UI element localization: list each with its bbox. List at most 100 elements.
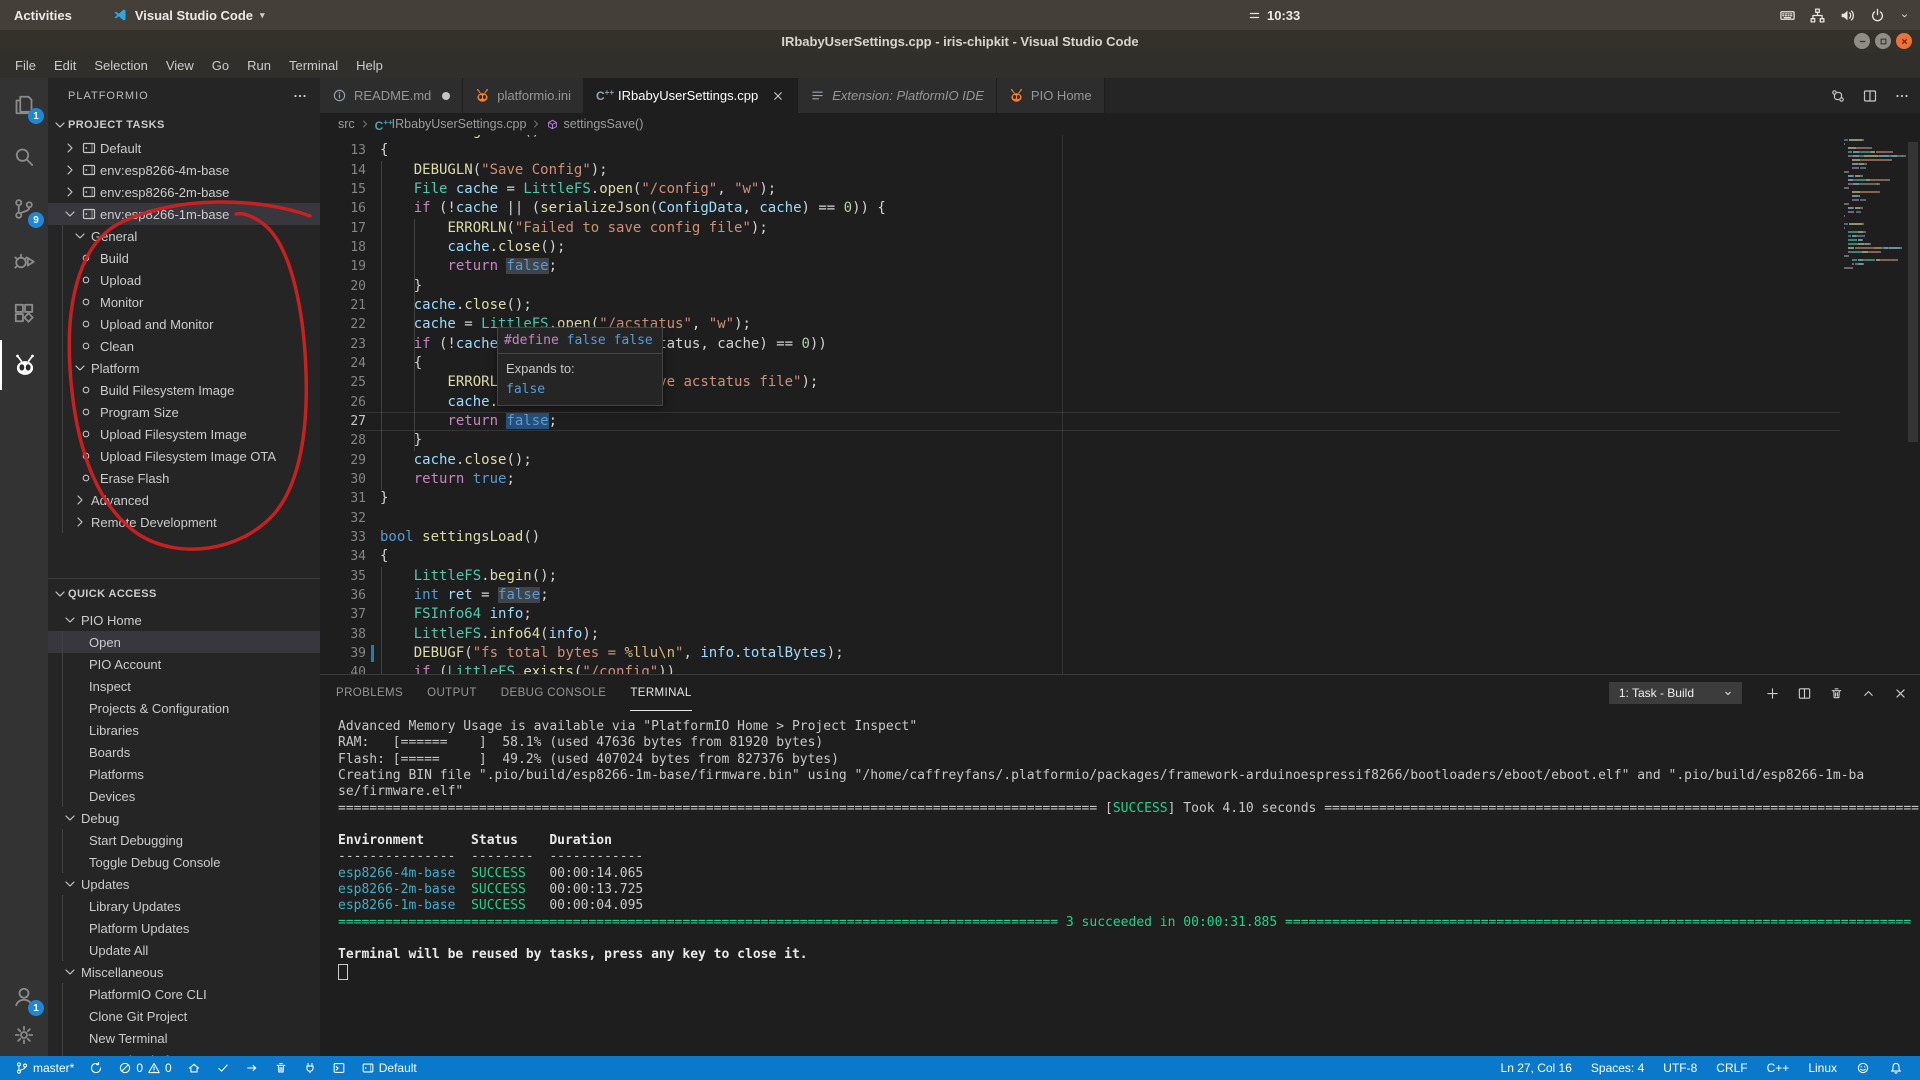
volume-icon[interactable] (1839, 7, 1856, 24)
maximize-panel-icon[interactable] (1861, 686, 1876, 701)
power-icon[interactable] (1869, 7, 1886, 24)
breadcrumb-item-src[interactable]: src (338, 117, 355, 131)
activitybar-item-explorer[interactable]: 1 (0, 80, 48, 130)
sidebar-item-platformio-core-cli[interactable]: PlatformIO Core CLI (48, 983, 320, 1005)
sidebar-item-updates[interactable]: Updates (48, 873, 320, 895)
status-remote-name[interactable]: Linux (1801, 1056, 1844, 1080)
sidebar-item-upload-filesystem-image-ota[interactable]: Upload Filesystem Image OTA (48, 445, 320, 467)
sidebar-item-upload[interactable]: Upload (48, 269, 320, 291)
status-pio-build[interactable] (211, 1056, 235, 1080)
code-line[interactable]: 21 cache.close(); (320, 296, 1920, 315)
activities-button[interactable]: Activities (14, 8, 72, 23)
code-line[interactable]: 27 return false; (320, 412, 1920, 431)
breadcrumb-item-settingssave[interactable]: settingsSave() (546, 117, 643, 131)
sidebar-item-boards[interactable]: Boards (48, 741, 320, 763)
split-terminal-icon[interactable] (1797, 686, 1812, 701)
sidebar-item-build[interactable]: Build (48, 247, 320, 269)
code-line[interactable]: 38 LittleFS.info64(info); (320, 625, 1920, 644)
sidebar-item-open[interactable]: Open (48, 631, 320, 653)
activitybar-item-search[interactable] (0, 132, 48, 182)
terminal-output[interactable]: Advanced Memory Usage is available via "… (338, 719, 1920, 1076)
kill-terminal-icon[interactable] (1829, 686, 1844, 701)
menu-run[interactable]: Run (238, 58, 280, 73)
split-editor-icon[interactable] (1862, 88, 1878, 104)
code-line[interactable]: 29 cache.close(); (320, 451, 1920, 470)
sidebar-item-pio-account[interactable]: PIO Account (48, 653, 320, 675)
sidebar-item-upload-and-monitor[interactable]: Upload and Monitor (48, 313, 320, 335)
sidebar-item-update-all[interactable]: Update All (48, 939, 320, 961)
sidebar-item-miscellaneous[interactable]: Miscellaneous (48, 961, 320, 983)
code-line[interactable]: 19 return false; (320, 257, 1920, 276)
code-line[interactable]: 14 DEBUGLN("Save Config"); (320, 161, 1920, 180)
close-panel-icon[interactable] (1893, 686, 1908, 701)
code-line[interactable]: 18 cache.close(); (320, 238, 1920, 257)
sidebar-item-clean[interactable]: Clean (48, 335, 320, 357)
status-pio-upload[interactable] (240, 1056, 264, 1080)
sidebar-item-inspect[interactable]: Inspect (48, 675, 320, 697)
sidebar-item-toggle-debug-console[interactable]: Toggle Debug Console (48, 851, 320, 873)
keyboard-icon[interactable] (1779, 7, 1796, 24)
menu-help[interactable]: Help (347, 58, 392, 73)
code-line[interactable]: 31} (320, 489, 1920, 508)
sidebar-item-erase-flash[interactable]: Erase Flash (48, 467, 320, 489)
maximize-button[interactable] (1875, 33, 1891, 49)
more-actions-icon[interactable] (1894, 88, 1910, 104)
code-line[interactable]: 13{ (320, 141, 1920, 160)
code-line[interactable]: 39 DEBUGF("fs total bytes = %llu\n", inf… (320, 644, 1920, 663)
status-pio-new-terminal[interactable] (327, 1056, 351, 1080)
panel-tab-debug-console[interactable]: DEBUG CONSOLE (501, 676, 607, 711)
tab-platformio-ini[interactable]: platformio.ini (463, 78, 584, 113)
code-line[interactable]: 34{ (320, 547, 1920, 566)
tab-readme-md[interactable]: README.md (320, 78, 463, 113)
sidebar-item-devices[interactable]: Devices (48, 785, 320, 807)
terminal-selector[interactable]: 1: Task - Build (1609, 682, 1742, 704)
status-cursor-position[interactable]: Ln 27, Col 16 (1494, 1056, 1579, 1080)
activitybar-item-settings[interactable] (0, 1010, 48, 1060)
sidebar-item-advanced[interactable]: Advanced (48, 489, 320, 511)
clock[interactable]: 10:33 (1248, 8, 1300, 23)
tab-pio-home[interactable]: PIO Home (997, 78, 1105, 113)
status-language-mode[interactable]: C++ (1760, 1056, 1797, 1080)
sidebar-item-upgrade-platformio-core[interactable]: Upgrade PlatformIO Core (48, 1049, 320, 1056)
activitybar-item-run-and-debug[interactable] (0, 236, 48, 286)
project-tasks-header[interactable]: PROJECT TASKS (48, 113, 320, 137)
chev-down-sm-icon[interactable] (1899, 10, 1910, 21)
close-button[interactable] (1896, 33, 1912, 49)
sidebar-item-monitor[interactable]: Monitor (48, 291, 320, 313)
sidebar-item-debug[interactable]: Debug (48, 807, 320, 829)
code-line[interactable]: 37 FSInfo64 info; (320, 605, 1920, 624)
sidebar-item-start-debugging[interactable]: Start Debugging (48, 829, 320, 851)
minimize-button[interactable] (1854, 33, 1870, 49)
sidebar-item-platform[interactable]: Platform (48, 357, 320, 379)
sidebar-item-default[interactable]: Default (48, 137, 320, 159)
new-terminal-icon[interactable] (1765, 686, 1780, 701)
menu-file[interactable]: File (6, 58, 45, 73)
sidebar-item-pio-home[interactable]: PIO Home (48, 609, 320, 631)
sidebar-item-env-esp8266-2m-base[interactable]: env:esp8266-2m-base (48, 181, 320, 203)
app-menu-button[interactable]: Visual Studio Code ▾ (112, 7, 265, 23)
menu-selection[interactable]: Selection (85, 58, 156, 73)
sidebar-item-platforms[interactable]: Platforms (48, 763, 320, 785)
sidebar-item-platform-updates[interactable]: Platform Updates (48, 917, 320, 939)
panel-tab-output[interactable]: OUTPUT (427, 676, 477, 711)
code-line[interactable]: 36 int ret = false; (320, 586, 1920, 605)
activitybar-item-platformio[interactable] (0, 340, 48, 390)
status-sync[interactable] (84, 1056, 108, 1080)
status-pio-home[interactable] (182, 1056, 206, 1080)
sidebar-item-upload-filesystem-image[interactable]: Upload Filesystem Image (48, 423, 320, 445)
status-eol[interactable]: CRLF (1709, 1056, 1754, 1080)
sidebar-item-env-esp8266-1m-base[interactable]: env:esp8266-1m-base (48, 203, 320, 225)
code-line[interactable]: 16 if (!cache || (serializeJson(ConfigDa… (320, 199, 1920, 218)
menu-view[interactable]: View (157, 58, 203, 73)
sidebar-item-new-terminal[interactable]: New Terminal (48, 1027, 320, 1049)
sidebar-item-remote-development[interactable]: Remote Development (48, 511, 320, 533)
breadcrumb-item-irbabyusersettings-cpp[interactable]: C++IRbabyUserSettings.cpp (375, 117, 527, 131)
status-encoding[interactable]: UTF-8 (1656, 1056, 1704, 1080)
menu-go[interactable]: Go (203, 58, 238, 73)
sidebar-item-projects-configuration[interactable]: Projects & Configuration (48, 697, 320, 719)
code-line[interactable]: 35 LittleFS.begin(); (320, 567, 1920, 586)
code-line[interactable]: 28 } (320, 431, 1920, 450)
activitybar-item-source-control[interactable]: 9 (0, 184, 48, 234)
sidebar-item-general[interactable]: General (48, 225, 320, 247)
code-line[interactable]: 15 File cache = LittleFS.open("/config",… (320, 180, 1920, 199)
